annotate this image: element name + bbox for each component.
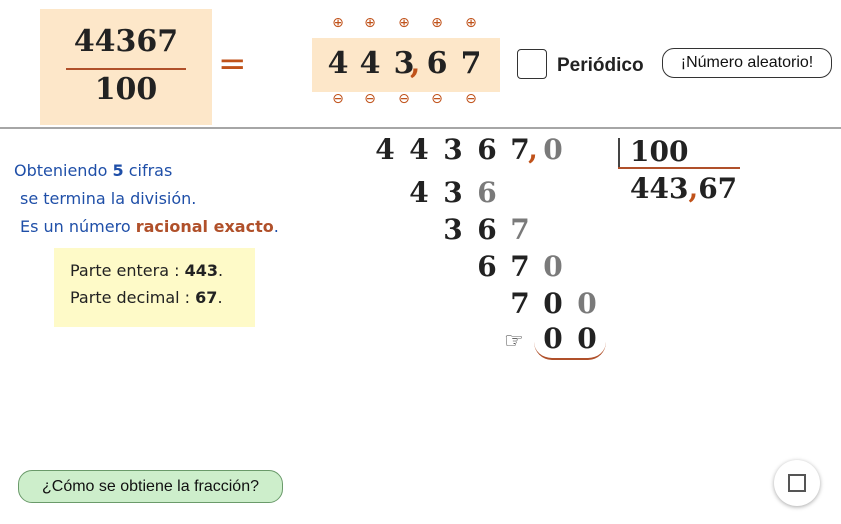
- step-3-digit-1: 6: [477, 250, 497, 283]
- step-2-digit-2: 6: [477, 213, 497, 246]
- fullscreen-button[interactable]: [774, 460, 820, 506]
- info-number-type: racional exacto: [135, 217, 274, 236]
- periodic-checkbox[interactable]: [517, 49, 547, 79]
- decimal-part-line: Parte decimal : 67.: [70, 288, 223, 307]
- step-1-digit-3: 6: [477, 176, 497, 209]
- periodic-label: Periódico: [557, 55, 644, 76]
- dividend-digit-4: 6: [477, 133, 497, 166]
- decimal-digit-5: 7: [460, 46, 482, 81]
- info-line-3-prefix: Es un número: [20, 217, 136, 236]
- quotient: 443,67: [630, 172, 737, 205]
- decrease-digit-4-icon[interactable]: ⊖: [425, 91, 449, 107]
- header-divider: [0, 127, 841, 129]
- integer-part-line: Parte entera : 443.: [70, 261, 223, 280]
- integer-part-value: 443: [184, 261, 218, 280]
- increase-digit-2-icon[interactable]: ⊕: [358, 15, 382, 31]
- quotient-comma: ,: [688, 172, 699, 205]
- step-3-digit-3: 0: [543, 250, 563, 283]
- step-1-digit-2: 3: [443, 176, 463, 209]
- decimal-part-label: Parte decimal :: [70, 288, 191, 307]
- step-1-digit-1: 4: [409, 176, 429, 209]
- decimal-digit-2: 4: [359, 46, 381, 81]
- info-digit-count: 5: [112, 161, 124, 180]
- integer-part-label: Parte entera :: [70, 261, 180, 280]
- decimal-comma: ,: [410, 46, 421, 81]
- decrease-digit-1-icon[interactable]: ⊖: [326, 91, 350, 107]
- quotient-decimal: 67: [698, 172, 738, 205]
- increase-digit-1-icon[interactable]: ⊕: [326, 15, 350, 31]
- dividend-digit-2: 4: [409, 133, 429, 166]
- fullscreen-icon-corner-tr: [797, 474, 806, 483]
- info-line-1-prefix: Obteniendo: [14, 161, 113, 180]
- increase-digit-5-icon[interactable]: ⊕: [459, 15, 483, 31]
- divisor: 100: [630, 135, 689, 168]
- fullscreen-icon-corner-br: [797, 483, 806, 492]
- step-4-digit-3: 0: [577, 287, 597, 320]
- quotient-integer: 443: [630, 172, 689, 205]
- fullscreen-icon-corner-bl: [788, 483, 797, 492]
- step-4-digit-1: 7: [510, 287, 530, 320]
- decimal-digit-4: 6: [426, 46, 448, 81]
- dividend-extra-zero: 0: [543, 133, 563, 166]
- info-line-2: se termina la división.: [20, 189, 197, 208]
- random-number-button[interactable]: ¡Número aleatorio!: [662, 48, 832, 78]
- step-4-digit-2: 0: [543, 287, 563, 320]
- dividend-comma: ,: [528, 133, 538, 166]
- fullscreen-icon: [788, 474, 797, 483]
- fraction-numerator: 44367: [73, 24, 179, 59]
- decrease-digit-5-icon[interactable]: ⊖: [459, 91, 483, 107]
- increase-digit-3-icon[interactable]: ⊕: [392, 15, 416, 31]
- increase-digit-4-icon[interactable]: ⊕: [425, 15, 449, 31]
- step-2-digit-1: 3: [443, 213, 463, 246]
- info-line-3-suffix: .: [273, 217, 279, 236]
- decimal-digit-1: 4: [327, 46, 349, 81]
- pointing-hand-icon: ☞: [504, 328, 524, 353]
- info-line-1-suffix: cifras: [123, 161, 173, 180]
- fraction-denominator: 100: [94, 72, 158, 107]
- decrease-digit-2-icon[interactable]: ⊖: [358, 91, 382, 107]
- step-3-digit-2: 7: [510, 250, 530, 283]
- integer-part-dot: .: [217, 261, 224, 280]
- dividend-digit-1: 4: [375, 133, 395, 166]
- how-fraction-obtained-button[interactable]: ¿Cómo se obtiene la fracción?: [18, 470, 283, 503]
- division-bracket-vertical: [618, 138, 620, 168]
- step-2-digit-3: 7: [510, 213, 530, 246]
- equals-sign: =: [218, 44, 247, 84]
- decrease-digit-3-icon[interactable]: ⊖: [392, 91, 416, 107]
- info-line-3: Es un número racional exacto.: [20, 217, 279, 236]
- decimal-part-value: 67: [195, 288, 218, 307]
- remainder-arc: [534, 342, 606, 360]
- decimal-part-dot: .: [217, 288, 223, 307]
- dividend-digit-3: 3: [443, 133, 463, 166]
- info-line-1: Obteniendo 5 cifras: [14, 161, 172, 180]
- fraction-bar: [66, 68, 186, 70]
